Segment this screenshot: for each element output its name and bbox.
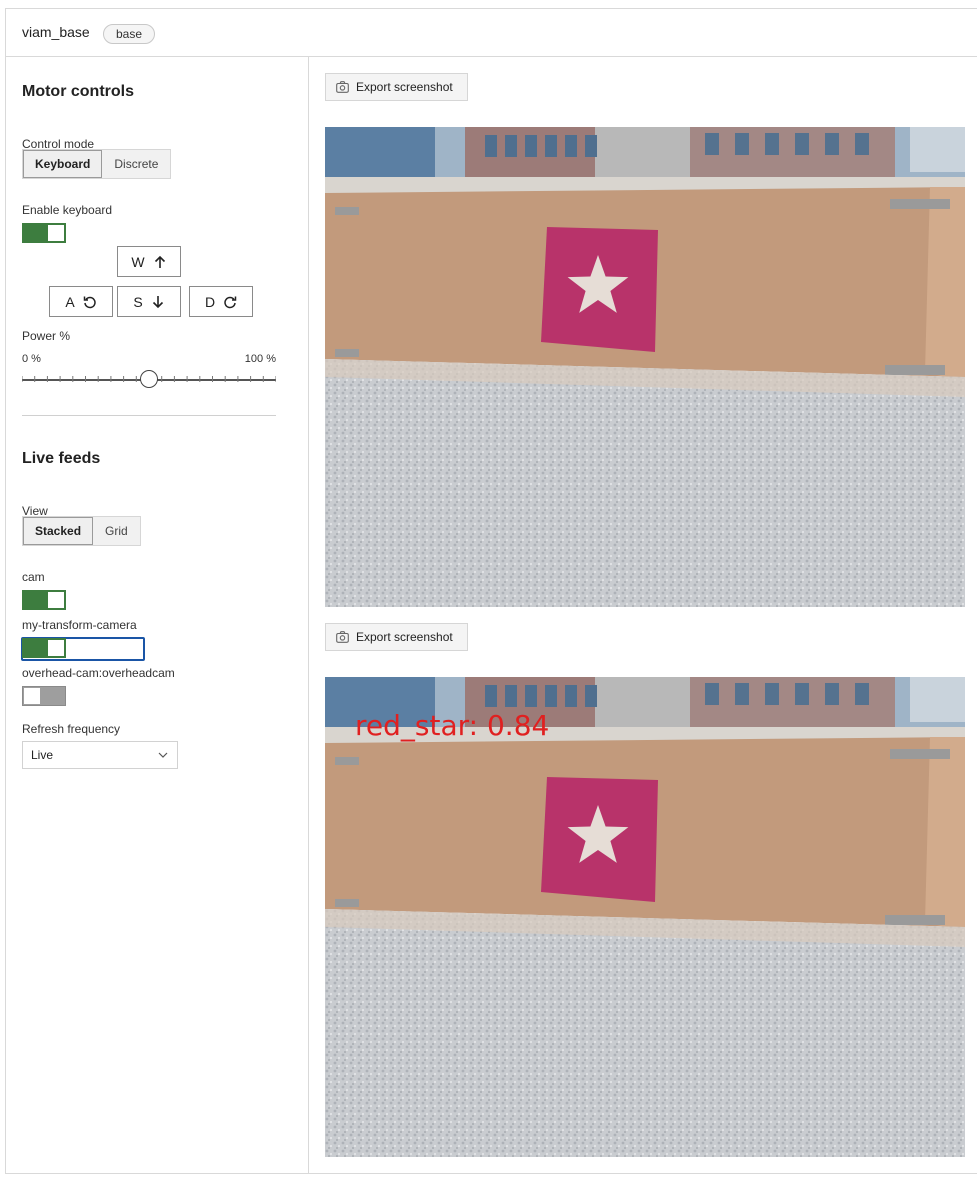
key-s-label: S (133, 293, 143, 310)
rotate-left-icon (83, 296, 96, 308)
camera-label-overhead: overhead-cam:overheadcam (22, 666, 175, 680)
control-mode-discrete[interactable]: Discrete (102, 150, 170, 178)
control-mode-keyboard[interactable]: Keyboard (23, 150, 103, 178)
control-mode-segmented: Keyboard Discrete (22, 149, 172, 179)
live-feeds-title: Live feeds (22, 450, 101, 467)
camera-feed-transform: red_star: 0.84 (325, 677, 965, 1157)
export-screenshot-label: Export screenshot (356, 630, 453, 644)
feeds-area: Export screenshot Export screenshot red_… (309, 57, 977, 1173)
camera-toggle-overhead[interactable] (22, 686, 66, 706)
camera-toggle-transform[interactable] (22, 638, 66, 658)
camera-frame-image (325, 677, 965, 1157)
power-min-label: 0 % (22, 353, 41, 365)
toggle-knob (48, 592, 64, 608)
refresh-frequency-value: Live (31, 748, 54, 762)
sidebar: Motor controls Control mode Keyboard Dis… (6, 57, 309, 1173)
view-segmented: Stacked Grid (22, 516, 141, 546)
camera-label-transform: my-transform-camera (22, 618, 137, 632)
power-slider-handle[interactable] (140, 370, 158, 388)
chevron-down-icon (158, 752, 168, 758)
camera-icon (336, 631, 349, 643)
export-screenshot-label: Export screenshot (356, 80, 453, 94)
refresh-frequency-label: Refresh frequency (22, 722, 121, 736)
power-max-label: 100 % (244, 353, 276, 365)
camera-label-cam: cam (22, 570, 45, 584)
component-name: viam_base (22, 24, 90, 40)
key-w-label: W (131, 253, 145, 270)
power-label: Power % (22, 329, 71, 343)
toggle-knob (48, 225, 64, 241)
toggle-knob (48, 640, 64, 656)
view-stacked[interactable]: Stacked (23, 517, 94, 545)
refresh-frequency-select[interactable]: Live (22, 741, 178, 769)
page-header: viam_base base (6, 9, 977, 57)
export-screenshot-button[interactable]: Export screenshot (325, 73, 468, 101)
camera-frame-image (325, 127, 965, 607)
key-d-label: D (204, 293, 216, 310)
camera-feed-cam (325, 127, 965, 607)
enable-keyboard-label: Enable keyboard (22, 203, 113, 217)
detection-label: red_star: 0.84 (355, 709, 550, 742)
camera-toggle-cam[interactable] (22, 590, 66, 610)
key-d-button[interactable]: D (189, 286, 253, 317)
toggle-knob (24, 688, 40, 704)
key-a-label: A (65, 293, 75, 310)
key-a-button[interactable]: A (49, 286, 113, 317)
key-w-button[interactable]: W (117, 246, 181, 277)
component-type-badge: base (103, 24, 156, 44)
app-frame: viam_base base Motor controls Control mo… (5, 8, 977, 1174)
rotate-right-icon (224, 296, 237, 308)
section-divider (22, 415, 276, 416)
export-screenshot-button[interactable]: Export screenshot (325, 623, 468, 651)
key-s-button[interactable]: S (117, 286, 181, 317)
arrow-down-icon (152, 295, 163, 308)
arrow-up-icon (154, 255, 165, 268)
motor-controls-title: Motor controls (22, 83, 134, 100)
enable-keyboard-toggle[interactable] (22, 223, 66, 243)
camera-icon (336, 81, 349, 93)
view-grid[interactable]: Grid (93, 517, 140, 545)
